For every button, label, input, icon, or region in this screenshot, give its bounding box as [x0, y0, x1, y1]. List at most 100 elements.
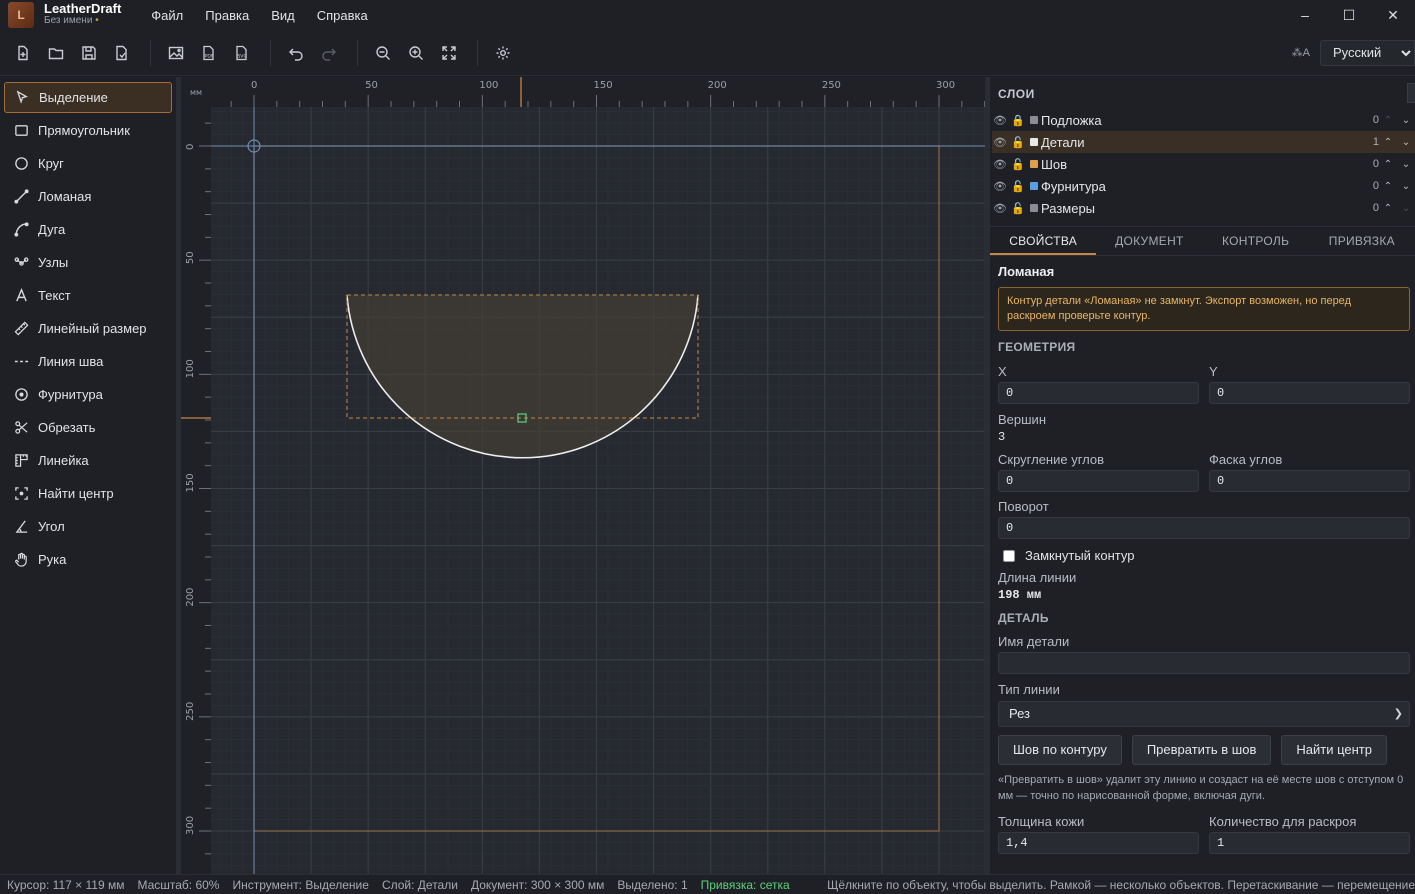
find-center-button[interactable]: Найти центр [1281, 735, 1387, 765]
corner-rounding-input[interactable]: 0 [998, 470, 1199, 492]
export-pdf-icon[interactable]: PDF [194, 38, 224, 68]
checkbox-box[interactable] [1003, 549, 1015, 562]
tool-find-center[interactable]: Найти центр [4, 478, 172, 509]
corner-chamfer-input[interactable]: 0 [1209, 470, 1410, 492]
layer-row[interactable]: 👁 🔓 Размеры 0 ⌃ ⌄ [992, 197, 1415, 219]
tool-ruler[interactable]: Линейка [4, 445, 172, 476]
canvas-svg[interactable]: мм 0 50 100 150 200 250 300 0 50 100 150 200 250 300 [181, 77, 985, 874]
fit-to-screen-icon[interactable] [434, 38, 464, 68]
find-center-icon [12, 485, 30, 503]
layer-row[interactable]: 👁 🔓 Шов 0 ⌃ ⌄ [992, 153, 1415, 175]
x-input[interactable]: 0 [998, 382, 1199, 404]
menu-view[interactable]: Вид [271, 8, 295, 23]
chevron-down-icon[interactable]: ⌄ [1397, 159, 1415, 170]
maximize-button[interactable]: ☐ [1327, 7, 1371, 24]
tool-rectangle[interactable]: Прямоугольник [4, 115, 172, 146]
leather-thickness-input[interactable]: 1,4 [998, 832, 1199, 854]
eye-icon[interactable]: 👁 [992, 180, 1008, 193]
eye-icon[interactable]: 👁 [992, 114, 1008, 127]
closed-contour-checkbox[interactable]: Замкнутый контур [998, 548, 1410, 563]
unlock-icon[interactable]: 🔓 [1010, 180, 1026, 193]
menu-edit[interactable]: Правка [205, 8, 249, 23]
save-as-icon[interactable] [107, 38, 137, 68]
tool-circle[interactable]: Круг [4, 148, 172, 179]
rotation-input[interactable]: 0 [998, 517, 1410, 539]
tool-label: Дуга [38, 222, 66, 237]
open-folder-icon[interactable] [41, 38, 71, 68]
tool-linear-dimension[interactable]: Линейный размер [4, 313, 172, 344]
unlock-icon[interactable]: 🔓 [1010, 158, 1026, 171]
import-image-icon[interactable] [161, 38, 191, 68]
lock-icon[interactable]: 🔒 [1010, 114, 1026, 127]
tab-properties[interactable]: СВОЙСТВА [990, 227, 1097, 255]
tool-label: Обрезать [38, 420, 96, 435]
rotation-label: Поворот [998, 499, 1049, 514]
layer-name: Шов [1041, 156, 1068, 172]
export-svg-icon[interactable]: SVG [227, 38, 257, 68]
tool-arc[interactable]: Дуга [4, 214, 172, 245]
convert-to-seam-button[interactable]: Превратить в шов [1131, 735, 1272, 765]
ruler-label-y: 50 [185, 251, 196, 264]
arc-icon [12, 221, 30, 239]
eye-icon[interactable]: 👁 [992, 136, 1008, 149]
corner-rounding-label: Скругление углов [998, 452, 1105, 467]
layer-row[interactable]: 👁 🔓 Фурнитура 0 ⌃ ⌄ [992, 175, 1415, 197]
line-type-label: Тип линии [998, 682, 1060, 697]
x-label: X [998, 364, 1007, 379]
tool-trim[interactable]: Обрезать [4, 412, 172, 443]
undo-icon[interactable] [281, 38, 311, 68]
layer-row[interactable]: 👁 🔒 Подложка 0 ⌃ ⌄ [992, 109, 1415, 131]
seam-along-contour-button[interactable]: Шов по контуру [998, 735, 1122, 765]
drawing-canvas[interactable]: мм 0 50 100 150 200 250 300 0 50 100 150 200 250 300 [181, 77, 985, 874]
eye-icon[interactable]: 👁 [992, 158, 1008, 171]
cut-quantity-input[interactable]: 1 [1209, 832, 1410, 854]
zoom-out-icon[interactable] [368, 38, 398, 68]
chevron-up-icon[interactable]: ⌃ [1379, 137, 1397, 148]
y-input[interactable]: 0 [1209, 382, 1410, 404]
tool-polyline[interactable]: Ломаная [4, 181, 172, 212]
redo-icon[interactable] [314, 38, 344, 68]
tool-text[interactable]: Текст [4, 280, 172, 311]
detail-name-input[interactable] [998, 652, 1410, 674]
chevron-up-icon[interactable]: ⌃ [1379, 181, 1397, 192]
chevron-down-icon[interactable]: ⌄ [1397, 137, 1415, 148]
tab-document[interactable]: ДОКУМЕНТ [1096, 227, 1202, 255]
chevron-down-icon[interactable]: ⌄ [1397, 181, 1415, 192]
minimize-button[interactable]: – [1283, 7, 1327, 24]
menu-help[interactable]: Справка [317, 8, 368, 23]
zoom-in-icon[interactable] [401, 38, 431, 68]
language-select[interactable]: Русский [1320, 39, 1415, 66]
chevron-up-icon[interactable]: ⌃ [1379, 159, 1397, 170]
layer-color-swatch [1030, 204, 1038, 212]
save-icon[interactable] [74, 38, 104, 68]
tool-hand[interactable]: Рука [4, 544, 172, 575]
line-type-select[interactable]: Рез ❯ [998, 701, 1410, 727]
chevron-up-icon[interactable]: ⌃ [1379, 203, 1397, 214]
menu-file[interactable]: Файл [151, 8, 183, 23]
chevron-down-icon[interactable]: ⌄ [1397, 115, 1415, 126]
tool-angle[interactable]: Угол [4, 511, 172, 542]
tool-hardware[interactable]: Фурнитура [4, 379, 172, 410]
unlock-icon[interactable]: 🔓 [1010, 136, 1026, 149]
add-layer-button[interactable] [1407, 83, 1415, 103]
unlock-icon[interactable]: 🔓 [1010, 202, 1026, 215]
tab-snapping[interactable]: ПРИВЯЗКА [1309, 227, 1415, 255]
right-panel: СЛОИ 👁 🔒 Подложка 0 ⌃ ⌄ 👁 🔓 Детали 1 ⌃ ⌄… [990, 77, 1415, 874]
close-button[interactable]: ✕ [1371, 7, 1415, 24]
layer-row[interactable]: 👁 🔓 Детали 1 ⌃ ⌄ [992, 131, 1415, 153]
line-length-label: Длина линии [998, 570, 1077, 585]
layers-title: СЛОИ [998, 87, 1035, 101]
tool-nodes[interactable]: Узлы [4, 247, 172, 278]
chevron-down-icon[interactable]: ⌄ [1397, 203, 1415, 214]
new-file-icon[interactable] [8, 38, 38, 68]
tab-control[interactable]: КОНТРОЛЬ [1203, 227, 1309, 255]
cut-quantity-label: Количество для раскроя [1209, 814, 1357, 829]
tool-seam-line[interactable]: Линия шва [4, 346, 172, 377]
svg-text:PDF: PDF [205, 53, 214, 59]
tool-select[interactable]: Выделение [4, 82, 172, 113]
tool-label: Узлы [38, 255, 69, 270]
gear-icon[interactable] [488, 38, 518, 68]
chevron-up-icon[interactable]: ⌃ [1379, 115, 1397, 126]
eye-icon[interactable]: 👁 [992, 202, 1008, 215]
layer-color-swatch [1030, 116, 1038, 124]
